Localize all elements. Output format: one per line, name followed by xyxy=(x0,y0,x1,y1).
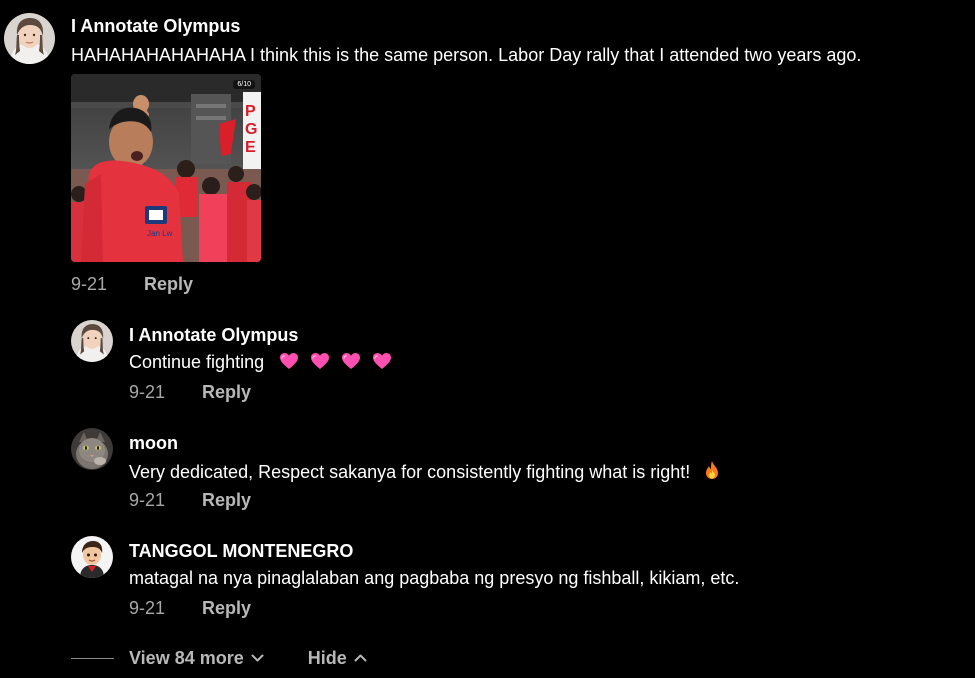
comment-username[interactable]: TANGGOL MONTENEGRO xyxy=(129,541,353,562)
pink-heart-icon xyxy=(372,352,392,375)
comment-text: Very dedicated, Respect sakanya for cons… xyxy=(129,460,720,485)
svg-text:E: E xyxy=(245,139,256,156)
reply-button[interactable]: Reply xyxy=(144,274,193,295)
reply-button[interactable]: Reply xyxy=(202,382,251,403)
avatar-image xyxy=(71,536,113,578)
comment-text-body: Very dedicated, Respect sakanya for cons… xyxy=(129,462,691,482)
comment-meta: 9-21 Reply xyxy=(129,490,251,511)
comment-text: Continue fighting xyxy=(129,352,392,375)
pink-heart-icon xyxy=(341,352,361,375)
rally-photo-image: P G E Jan Lw xyxy=(71,74,261,262)
hide-label: Hide xyxy=(307,647,347,668)
chevron-up-icon xyxy=(354,654,367,662)
pink-heart-icon xyxy=(310,352,330,375)
comment-photo[interactable]: P G E Jan Lw 6/10 xyxy=(71,74,261,262)
comment-date: 9-21 xyxy=(129,598,166,618)
user-avatar[interactable] xyxy=(71,428,113,470)
hide-button[interactable]: Hide xyxy=(308,648,367,669)
replies-footer: View 84 more Hide xyxy=(71,645,367,671)
user-avatar[interactable] xyxy=(71,536,113,578)
comment-username[interactable]: I Annotate Olympus xyxy=(129,325,298,346)
comment-text: HAHAHAHAHAHAHA I think this is the same … xyxy=(71,45,862,65)
comment-date: 9-21 xyxy=(71,274,108,294)
comment-meta: 9-21 Reply xyxy=(129,598,251,619)
svg-text:G: G xyxy=(245,121,257,138)
comment-date: 9-21 xyxy=(129,382,166,402)
view-more-label: View 84 more xyxy=(129,647,244,668)
view-more-button[interactable]: View 84 more xyxy=(129,648,264,669)
comment-username[interactable]: moon xyxy=(129,433,178,454)
comment-meta: 9-21 Reply xyxy=(71,274,193,295)
user-avatar[interactable] xyxy=(4,13,55,64)
pink-heart-icon xyxy=(279,352,299,375)
chevron-down-icon xyxy=(251,654,264,662)
avatar-image xyxy=(71,320,113,362)
reply-button[interactable]: Reply xyxy=(202,598,251,619)
comment-text: matagal na nya pinaglalaban ang pagbaba … xyxy=(129,568,740,588)
user-avatar[interactable] xyxy=(71,320,113,362)
svg-text:Jan Lw: Jan Lw xyxy=(147,229,173,238)
comment-text-body: Continue fighting xyxy=(129,352,265,372)
reply-button[interactable]: Reply xyxy=(202,490,251,511)
svg-text:P: P xyxy=(245,103,256,120)
divider-line xyxy=(71,657,114,659)
comment-username[interactable]: I Annotate Olympus xyxy=(71,16,240,37)
comment-date: 9-21 xyxy=(129,490,166,510)
comment-meta: 9-21 Reply xyxy=(129,382,251,403)
fire-icon xyxy=(704,460,720,485)
avatar-image xyxy=(4,13,55,64)
photo-counter: 6/10 xyxy=(233,80,255,89)
avatar-image xyxy=(71,428,113,470)
